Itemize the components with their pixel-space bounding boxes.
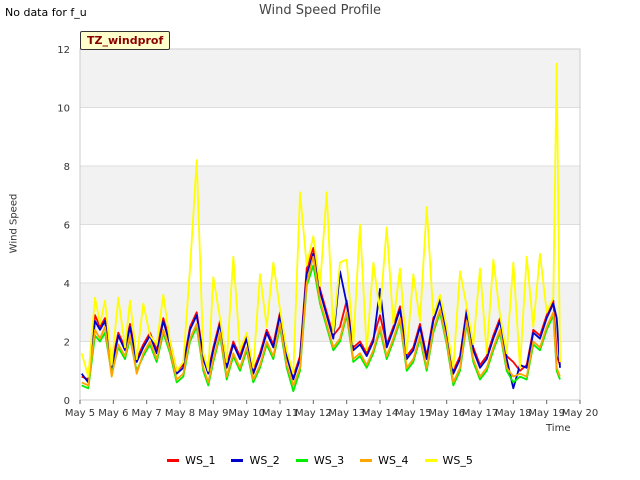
x-tick-label: May 20 (562, 408, 599, 419)
x-tick-label: May 19 (528, 408, 565, 419)
x-tick-label: May 12 (295, 408, 332, 419)
legend-item-ws5: WS_5 (424, 454, 473, 467)
x-tick-label: May 11 (262, 408, 299, 419)
y-axis-label: Wind Speed (8, 193, 20, 254)
legend: WS_1 WS_2 WS_3 WS_4 WS_5 (0, 454, 640, 467)
x-tick-label: May 5 (65, 408, 95, 419)
chart-title: Wind Speed Profile (258, 3, 382, 18)
y-tick-label: 8 (64, 162, 70, 173)
site-badge: TZ_windprof (80, 31, 171, 50)
legend-swatch-ws2 (231, 459, 244, 462)
x-tick-label: May 16 (428, 408, 465, 419)
y-tick-label: 2 (64, 338, 70, 349)
plot-band (80, 166, 580, 225)
y-tick-label: 4 (64, 279, 70, 290)
x-tick-label: May 15 (395, 408, 432, 419)
line-chart: 0 2 4 6 8 10 12 May 5 May 6 May 7 May 8 May 9 May 10… (57, 45, 599, 419)
legend-item-ws3: WS_3 (295, 454, 345, 467)
legend-label-ws1: WS_1 (185, 454, 216, 467)
legend-swatch-ws1 (167, 459, 180, 462)
legend-label-ws4: WS_4 (378, 454, 409, 467)
legend-label-ws2: WS_2 (249, 454, 280, 467)
x-axis-label: Time (546, 423, 571, 434)
x-tick-label: May 13 (328, 408, 365, 419)
x-tick-label: May 18 (495, 408, 532, 419)
legend-swatch-ws5 (424, 459, 437, 462)
legend-label-ws3: WS_3 (313, 454, 345, 467)
legend-swatch-ws4 (360, 459, 373, 462)
legend-item-ws2: WS_2 (231, 454, 280, 467)
y-tick-label: 12 (57, 45, 70, 56)
y-tick-label: 10 (57, 104, 70, 115)
x-tick-label: May 7 (132, 408, 162, 419)
y-tick-label: 0 (64, 396, 70, 407)
x-tick-label: May 6 (98, 408, 128, 419)
legend-label-ws5: WS_5 (442, 454, 473, 467)
legend-item-ws1: WS_1 (167, 454, 215, 467)
y-tick-label: 6 (64, 221, 70, 232)
plot-band (80, 49, 580, 108)
x-tick-label: May 10 (228, 408, 265, 419)
x-tick-label: May 8 (165, 408, 195, 419)
x-tick-label: May 9 (198, 408, 228, 419)
legend-swatch-ws3 (295, 459, 308, 462)
legend-item-ws4: WS_4 (360, 454, 409, 467)
x-tick-label: May 14 (362, 408, 399, 419)
x-tick-label: May 17 (462, 408, 499, 419)
